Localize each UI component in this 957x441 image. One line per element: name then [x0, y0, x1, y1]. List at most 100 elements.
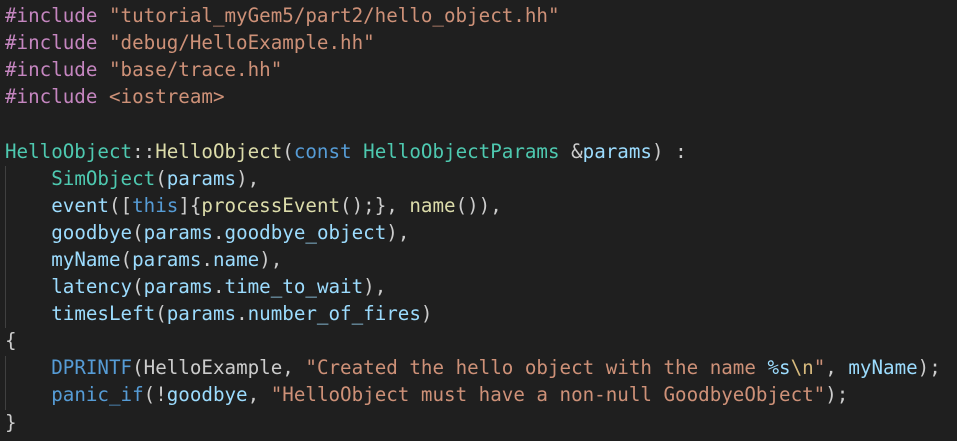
code-token: ), — [236, 166, 260, 190]
code-token: name — [409, 193, 456, 217]
code-token: . — [212, 275, 225, 298]
code-token: number_of_fires — [247, 302, 421, 326]
code-token: this — [132, 193, 179, 217]
code-token: #include — [5, 58, 98, 82]
code-line: event([this]{processEvent();}, name()), — [5, 192, 502, 219]
code-token: HelloExample — [143, 356, 283, 380]
code-line: #include "base/trace.hh" — [5, 56, 282, 83]
code-line: latency(params.time_to_wait), — [5, 273, 386, 300]
code-token: HelloObjectParams — [363, 139, 560, 163]
code-token: #include — [5, 4, 98, 27]
code-token: :: — [132, 139, 156, 163]
code-token: ), — [386, 220, 410, 244]
code-line: #include <iostream> — [5, 83, 225, 110]
code-token: %s — [767, 356, 791, 380]
code-token: "tutorial_myGem5/part2/hello_object.hh" — [108, 4, 560, 27]
code-line: #include "debug/HelloExample.hh" — [5, 29, 375, 56]
code-token: goodbye_object — [224, 220, 387, 244]
code-line: #include "tutorial_myGem5/part2/hello_ob… — [5, 2, 560, 29]
code-token: myName — [51, 247, 121, 271]
code-token: myName — [848, 356, 918, 380]
code-token: event — [51, 193, 109, 217]
code-token: ()), — [455, 193, 502, 217]
code-token: SimObject — [51, 166, 156, 190]
code-token: ( — [132, 275, 144, 298]
code-token: goodbye — [51, 220, 133, 244]
code-token: <iostream> — [108, 85, 225, 109]
code-token: { — [5, 329, 17, 353]
code-token: "base/trace.hh" — [108, 58, 283, 82]
code-token: ( — [282, 139, 294, 163]
code-line: HelloObject::HelloObject(const HelloObje… — [5, 138, 687, 165]
code-token: params — [143, 275, 213, 298]
code-token: ( — [155, 166, 167, 190]
code-token: ) — [420, 302, 433, 326]
code-line: myName(params.name), — [5, 246, 282, 273]
code-token: ); — [917, 356, 941, 380]
code-token: . — [236, 302, 248, 326]
code-token: \n — [790, 356, 814, 380]
code-line: SimObject(params), — [5, 165, 259, 192]
code-line: panic_if(!goodbye, "HelloObject must hav… — [5, 381, 848, 408]
code-line: DPRINTF(HelloExample, "Created the hello… — [5, 354, 941, 381]
code-token: ();}, — [340, 193, 410, 217]
code-token: ) : — [651, 139, 687, 163]
code-token: params — [132, 247, 202, 271]
code-token: , — [247, 383, 271, 407]
code-token: (! — [143, 383, 167, 407]
code-token: const — [293, 139, 352, 163]
code-token: latency — [51, 275, 133, 298]
code-token: params — [582, 139, 652, 163]
code-token: processEvent — [201, 193, 341, 217]
code-token: timesLeft — [51, 302, 156, 326]
code-line: { — [5, 327, 17, 354]
code-token: params — [166, 302, 237, 326]
code-token: "Created the hello object with the name — [305, 356, 768, 380]
code-token: . — [201, 247, 213, 271]
code-token: HelloObject — [155, 139, 283, 163]
code-token: #include — [5, 85, 98, 109]
code-token: . — [212, 220, 225, 244]
code-token: " — [813, 356, 826, 380]
code-token: #include — [5, 31, 98, 55]
code-token: , — [282, 356, 306, 380]
code-token: ), — [363, 275, 387, 298]
code-token: "HelloObject must have a non-null Goodby… — [270, 383, 826, 407]
code-token: ), — [259, 247, 283, 271]
code-token: } — [5, 410, 17, 434]
code-token: goodbye — [166, 383, 248, 407]
code-token: , — [825, 356, 849, 380]
code-token: "debug/HelloExample.hh" — [108, 31, 375, 55]
code-token: params — [143, 220, 213, 244]
code-line: } — [5, 409, 17, 436]
code-token: params — [166, 166, 237, 190]
code-token: DPRINTF — [51, 356, 133, 380]
code-token: ([ — [108, 193, 133, 217]
code-token: ); — [825, 383, 849, 407]
code-token: ]{ — [178, 193, 202, 217]
code-token: ( — [132, 356, 144, 380]
code-token: ( — [120, 247, 133, 271]
code-token: HelloObject — [5, 139, 133, 163]
code-token: & — [559, 139, 583, 163]
code-token: ( — [155, 302, 167, 326]
code-editor[interactable]: #include "tutorial_myGem5/part2/hello_ob… — [0, 0, 957, 441]
code-token: time_to_wait — [224, 275, 364, 298]
code-token: ( — [132, 220, 144, 244]
code-line: goodbye(params.goodbye_object), — [5, 219, 409, 246]
code-token: panic_if — [51, 383, 144, 407]
code-token: name — [212, 247, 260, 271]
